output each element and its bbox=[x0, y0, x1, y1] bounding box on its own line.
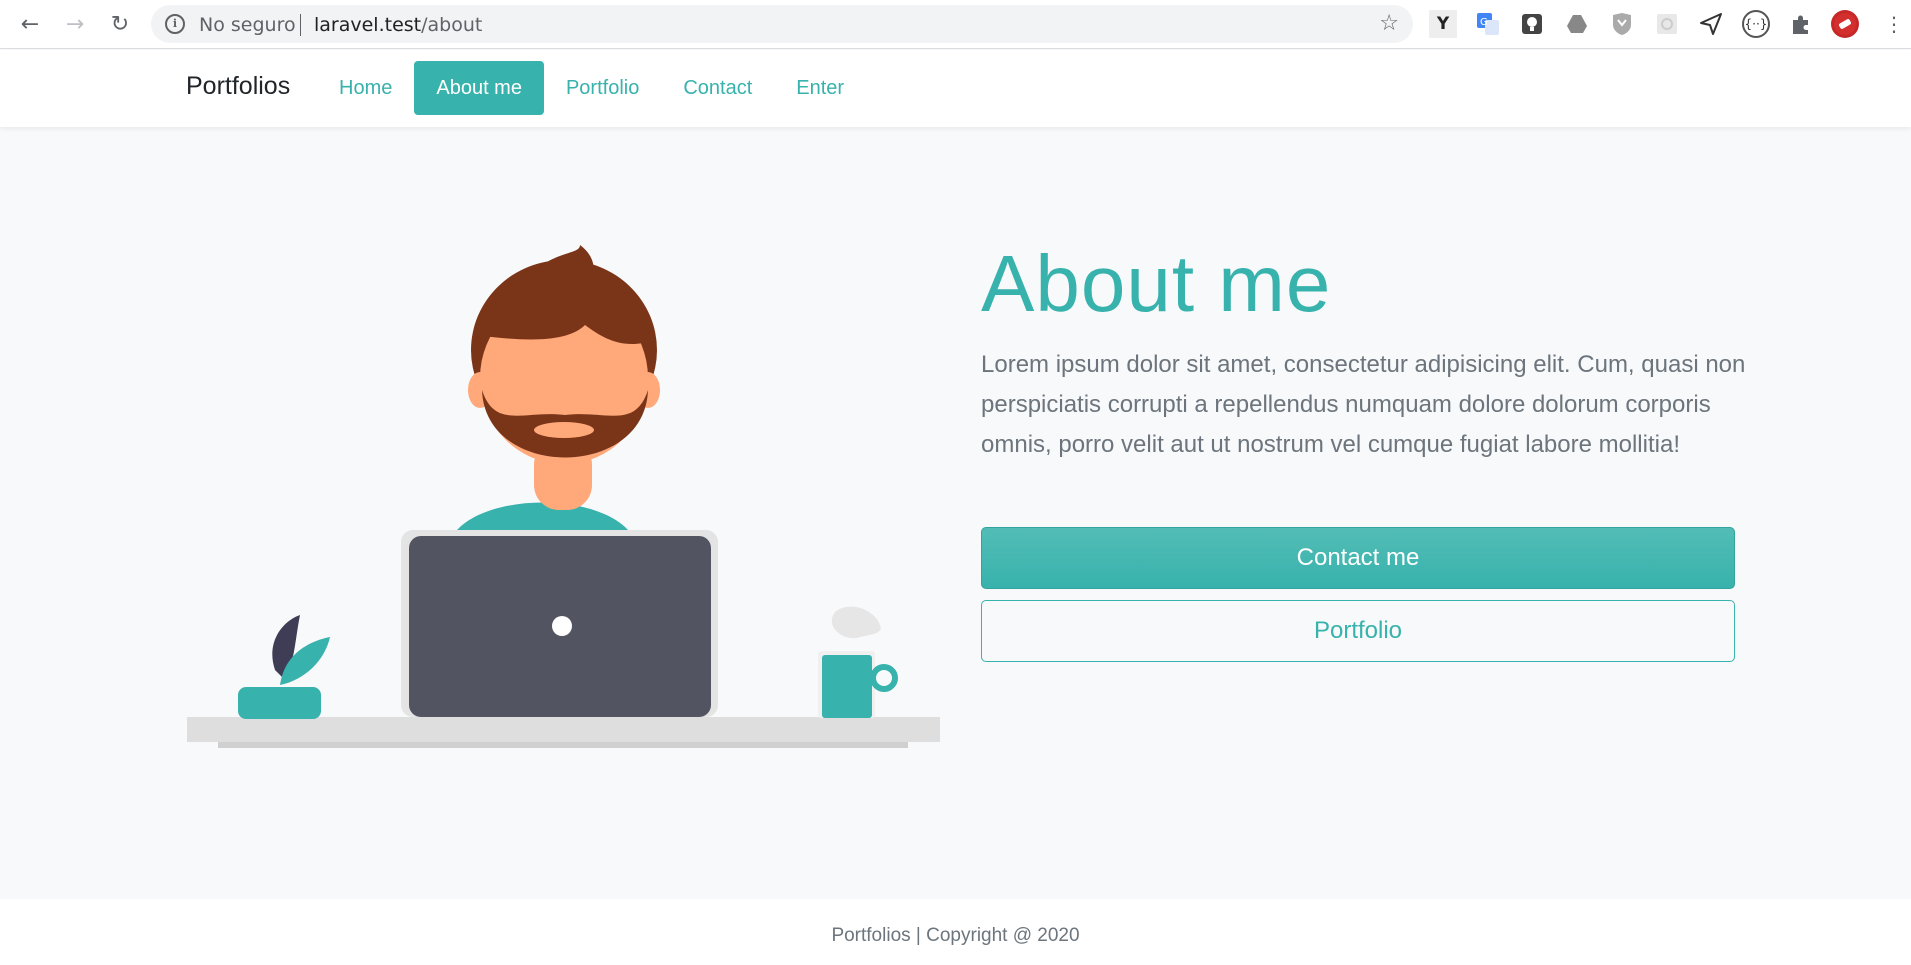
nav-link-enter[interactable]: Enter bbox=[774, 61, 866, 115]
url-text[interactable]: laravel.test/about bbox=[314, 14, 482, 36]
url-host: laravel.test bbox=[314, 14, 422, 36]
brand-logo[interactable]: Portfolios bbox=[186, 72, 290, 101]
profile-avatar[interactable] bbox=[1831, 10, 1859, 38]
reload-icon[interactable]: ↻ bbox=[104, 8, 136, 40]
browser-toolbar: ← → ↻ i No seguro laravel.test/about ☆ Y… bbox=[0, 0, 1911, 49]
bookmark-star-icon[interactable]: ☆ bbox=[1379, 11, 1399, 36]
nav-links: Home About me Portfolio Contact Enter bbox=[317, 61, 866, 115]
lightbulb-extension-icon[interactable] bbox=[1518, 10, 1546, 38]
nav-link-home[interactable]: Home bbox=[317, 61, 414, 115]
portfolio-button[interactable]: Portfolio bbox=[981, 600, 1735, 662]
page-title: About me bbox=[981, 239, 1332, 328]
google-translate-icon[interactable]: G bbox=[1474, 10, 1502, 38]
site-navbar: Portfolios Home About me Portfolio Conta… bbox=[0, 50, 1911, 127]
puzzle-icon[interactable] bbox=[1787, 10, 1815, 38]
address-bar[interactable]: i No seguro laravel.test/about ☆ bbox=[151, 5, 1413, 43]
forward-arrow-icon[interactable]: → bbox=[59, 8, 91, 40]
developer-illustration bbox=[187, 245, 940, 748]
google-drive-icon[interactable] bbox=[1563, 10, 1591, 38]
security-label: No seguro bbox=[199, 14, 296, 36]
contact-me-button[interactable]: Contact me bbox=[981, 527, 1735, 589]
nav-link-contact[interactable]: Contact bbox=[661, 61, 774, 115]
site-footer: Portfolios | Copyright @ 2020 bbox=[0, 899, 1911, 965]
about-description: Lorem ipsum dolor sit amet, consectetur … bbox=[981, 351, 1746, 458]
back-arrow-icon[interactable]: ← bbox=[14, 8, 46, 40]
send-extension-icon[interactable] bbox=[1697, 10, 1725, 38]
braces-extension-icon[interactable]: {··} bbox=[1742, 10, 1770, 38]
nav-link-about[interactable]: About me bbox=[414, 61, 544, 115]
grid-extension-icon[interactable] bbox=[1653, 10, 1681, 38]
y-extension-icon[interactable]: Y bbox=[1429, 10, 1457, 38]
address-separator bbox=[300, 14, 301, 36]
browser-menu-icon[interactable]: ⋮ bbox=[1878, 8, 1910, 40]
url-path: /about bbox=[421, 14, 483, 36]
nav-link-portfolio[interactable]: Portfolio bbox=[544, 61, 661, 115]
info-icon[interactable]: i bbox=[165, 14, 185, 34]
shield-extension-icon[interactable] bbox=[1608, 10, 1636, 38]
copyright-text: Portfolios | Copyright @ 2020 bbox=[831, 925, 1080, 946]
svg-text:G: G bbox=[1480, 17, 1488, 28]
